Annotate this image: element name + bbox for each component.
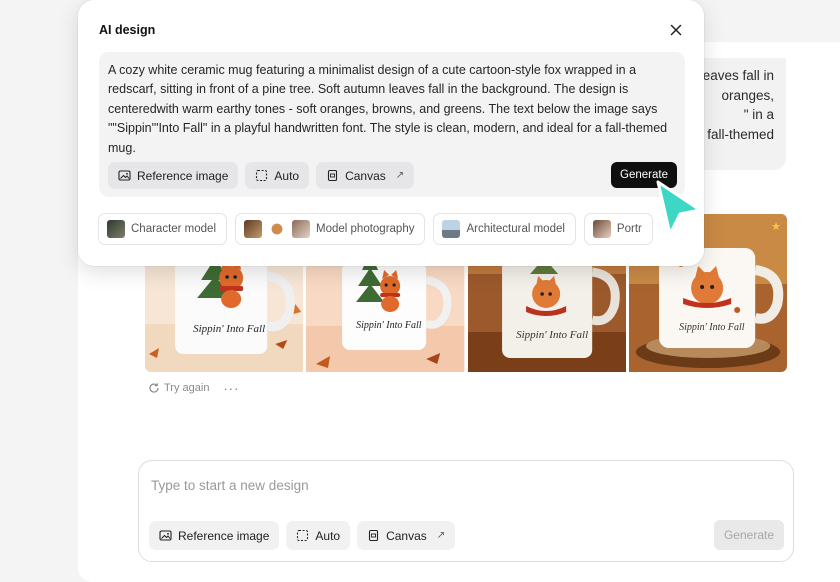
- new-design-input[interactable]: [149, 473, 773, 497]
- prompt-editor[interactable]: A cozy white ceramic mug featuring a min…: [99, 52, 685, 197]
- arrow-up-right-icon: ↗: [395, 170, 405, 181]
- ai-design-dialog: AI design A cozy white ceramic mug featu…: [78, 0, 704, 266]
- preset-label: Portr: [616, 223, 642, 235]
- preset-label: Character model: [131, 223, 217, 235]
- svg-text:Sippin' Into Fall: Sippin' Into Fall: [356, 320, 422, 331]
- preset-portrait[interactable]: Portr: [583, 213, 653, 245]
- favorite-icon[interactable]: ★: [771, 220, 781, 233]
- dashed-square-icon: [256, 169, 268, 182]
- preset-label: Architectural model: [466, 223, 565, 235]
- preset-thumbnail: [268, 220, 287, 238]
- canvas-label: Canvas: [345, 168, 386, 183]
- refresh-icon: [149, 383, 159, 393]
- svg-text:Sippin' Into Fall: Sippin' Into Fall: [679, 322, 745, 333]
- preset-model-photography[interactable]: Model photography: [235, 213, 426, 245]
- preset-thumbnail: [592, 220, 611, 238]
- auto-label: Auto: [274, 168, 300, 183]
- image-icon: [118, 170, 131, 181]
- prompt-toolbar: Reference image Auto Canvas ↗: [108, 162, 415, 189]
- more-options-button[interactable]: ···: [223, 381, 239, 396]
- try-again-label: Try again: [164, 382, 210, 394]
- canvas-button[interactable]: Canvas ↗: [316, 162, 415, 189]
- pointer-cursor-icon: [656, 180, 702, 236]
- auto-button[interactable]: Auto: [286, 521, 351, 550]
- composer-generate-button[interactable]: Generate: [714, 520, 784, 550]
- canvas-button[interactable]: Canvas ↗: [357, 521, 456, 550]
- reference-image-button[interactable]: Reference image: [108, 162, 239, 189]
- previous-prompt-bubble: autumn leaves fall in oranges, " in a fa…: [690, 58, 786, 170]
- close-icon[interactable]: [668, 22, 684, 38]
- preset-thumbnail: [442, 220, 461, 238]
- preset-thumbnail: [107, 220, 125, 238]
- style-presets: Character model Model photography Archit…: [98, 213, 704, 245]
- preset-architectural-model[interactable]: Architectural model: [433, 213, 576, 245]
- reference-image-label: Reference image: [178, 528, 270, 543]
- canvas-icon: [369, 529, 379, 542]
- canvas-label: Canvas: [386, 528, 427, 543]
- dialog-title: AI design: [99, 23, 156, 37]
- reference-image-button[interactable]: Reference image: [149, 521, 280, 550]
- svg-text:Sippin' Into Fall: Sippin' Into Fall: [516, 329, 588, 341]
- auto-button[interactable]: Auto: [245, 162, 310, 189]
- reference-image-label: Reference image: [137, 168, 229, 183]
- image-icon: [159, 530, 172, 541]
- result-actions: Try again ···: [148, 380, 239, 396]
- new-design-composer: Reference image Auto Canvas ↗ Generate: [138, 460, 794, 562]
- canvas-icon: [328, 169, 338, 182]
- preset-character-model[interactable]: Character model: [98, 213, 228, 245]
- try-again-button[interactable]: Try again: [148, 382, 209, 394]
- auto-label: Auto: [315, 528, 341, 543]
- composer-toolbar: Reference image Auto Canvas ↗: [149, 521, 456, 550]
- svg-text:Sippin' Into Fall: Sippin' Into Fall: [193, 323, 265, 335]
- preset-thumbnail: [292, 220, 311, 238]
- prompt-text[interactable]: A cozy white ceramic mug featuring a min…: [108, 61, 674, 158]
- preset-label: Model photography: [316, 223, 415, 235]
- dashed-square-icon: [297, 529, 309, 542]
- arrow-up-right-icon: ↗: [436, 530, 446, 541]
- preset-thumbnail: [244, 220, 263, 238]
